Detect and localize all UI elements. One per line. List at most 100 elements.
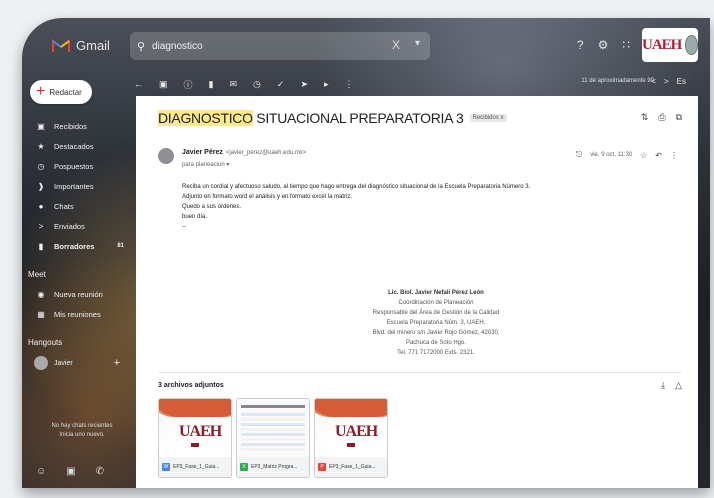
hangouts-bottom-icons: ☺ ▣ ✆ <box>36 466 104 477</box>
message-toolbar: ← ▣ ⓘ ▮ ✉ ◷ ✓ ➤ ▸ ⋮ 11 de aproximadament… <box>134 72 694 96</box>
sender-line: Javier Pérez <javier_perez@uaeh.edu.mx> <box>182 149 306 156</box>
search-bar[interactable]: ⚲ diagnostico X ▾ <box>130 32 430 60</box>
more-vert-icon[interactable]: ⋮ <box>670 151 678 160</box>
search-options-icon[interactable]: ▾ <box>415 38 420 49</box>
hangouts-user[interactable]: Javier + <box>22 352 130 374</box>
apps-grid-icon[interactable]: ∷ <box>622 38 630 52</box>
video-icon: ◉ <box>37 289 45 299</box>
help-icon[interactable]: ? <box>577 38 584 52</box>
sidebar-item-enviados[interactable]: > Enviados <box>22 216 130 236</box>
recipient-line[interactable]: para planeacion ▾ <box>182 161 229 168</box>
sidebar-item-importantes[interactable]: ❱ Importantes <box>22 176 130 196</box>
sidebar-item-label: Pospuestos <box>54 161 94 171</box>
signature-line: Coordinación de Planeación <box>398 300 474 306</box>
gmail-logo-text: Gmail <box>76 38 110 53</box>
input-tools-icon[interactable]: Es <box>677 77 686 86</box>
chat-icon: ● <box>38 201 44 211</box>
reply-icon[interactable]: ↶ <box>655 151 662 160</box>
subject-rest: SITUACIONAL PREPARATORIA 3 <box>252 110 464 126</box>
account-area[interactable]: UAEH <box>642 28 698 62</box>
account-avatar[interactable] <box>685 35 698 55</box>
inbox-label-chip[interactable]: Recibidos x <box>469 114 507 122</box>
attachment-filename: EP3_Matriz Progra... <box>251 464 298 470</box>
attachment-filename: EP3_Fase_1_Guia... <box>329 464 376 470</box>
body-line: Reciba un cordial y afectuoso saludo, al… <box>182 184 531 190</box>
label-important-icon: ❱ <box>37 181 45 191</box>
sender-email: <javier_perez@uaeh.edu.mx> <box>225 150 307 156</box>
clear-search-icon[interactable]: X <box>392 38 400 52</box>
move-to-icon[interactable]: ➤ <box>300 79 308 90</box>
sender-avatar[interactable] <box>158 148 174 164</box>
body-line: Adjunto en formato word el análisis y en… <box>182 194 353 200</box>
mark-unread-icon[interactable]: ✉ <box>229 79 237 90</box>
label-icon[interactable]: ▸ <box>324 79 329 90</box>
attachment-card[interactable]: UAEH W EP3_Fase_1_Guia... <box>158 398 232 478</box>
draft-icon: ▮ <box>38 241 44 251</box>
compose-button[interactable]: + Redactar <box>30 80 92 104</box>
sidebar-item-destacados[interactable]: ★ Destacados <box>22 136 130 156</box>
attachment-card[interactable]: UAEH P EP3_Fase_1_Guia... <box>314 398 388 478</box>
sidebar-item-pospuestos[interactable]: ◷ Pospuestos <box>22 156 130 176</box>
no-chats-message: No hay chats recientes Inicia uno nuevo. <box>42 422 122 440</box>
delete-icon[interactable]: ▮ <box>209 79 214 90</box>
search-input[interactable]: diagnostico <box>152 41 203 52</box>
message-date: vie, 9 oct. 11:30 <box>590 152 633 158</box>
star-outline-icon[interactable]: ☆ <box>640 151 647 160</box>
sidebar-item-nueva-reunion[interactable]: ◉ Nueva reunión <box>22 284 130 304</box>
sidebar-item-label: Enviados <box>54 221 85 231</box>
settings-icon[interactable]: ⚙ <box>598 38 609 52</box>
compose-label: Redactar <box>49 87 82 97</box>
snooze-icon[interactable]: ◷ <box>253 79 261 90</box>
back-arrow-icon[interactable]: ← <box>134 79 143 89</box>
subject-actions: ⇅ ⎙ ⧉ <box>641 112 682 123</box>
attachments-actions: ⤓ △ <box>661 380 682 391</box>
prev-icon[interactable]: < <box>651 77 656 86</box>
sidebar-item-label: Mis reuniones <box>54 309 101 319</box>
subject-text: DIAGNOSTICO SITUACIONAL PREPARATORIA 3 <box>158 110 464 126</box>
no-chats-line-2[interactable]: Inicia uno nuevo. <box>42 431 122 440</box>
sidebar: ▣ Recibidos ★ Destacados ◷ Pospuestos ❱ … <box>22 116 130 374</box>
attachment-thumbnail: UAEH <box>315 399 387 457</box>
next-icon[interactable]: > <box>664 77 669 86</box>
expand-all-icon[interactable]: ⇅ <box>641 112 649 123</box>
signature-name: Lic. Biol. Javier Nefalí Pérez León <box>388 290 484 296</box>
signature-line: Pachuca de Soto Hgo. <box>405 340 467 346</box>
person-icon[interactable]: ☺ <box>36 466 46 477</box>
print-icon[interactable]: ⎙ <box>658 112 665 123</box>
hangouts-user-name: Javier <box>54 359 73 367</box>
add-task-icon[interactable]: ✓ <box>277 79 285 90</box>
attachment-filename: EP3_Fase_1_Guia... <box>173 464 220 470</box>
search-icon[interactable]: ⚲ <box>130 40 152 53</box>
sidebar-item-mis-reuniones[interactable]: ▦ Mis reuniones <box>22 304 130 324</box>
add-to-drive-icon[interactable]: △ <box>675 380 682 391</box>
reading-pane: DIAGNOSTICO SITUACIONAL PREPARATORIA 3 R… <box>136 96 698 488</box>
word-file-icon: W <box>162 463 170 471</box>
download-all-icon[interactable]: ⤓ <box>661 380 665 391</box>
subject-highlight: DIAGNOSTICO <box>158 110 253 126</box>
signature-line: Tel. 771 7172000 Exts. 2321. <box>397 350 475 356</box>
attachment-card[interactable]: X EP3_Matriz Progra... <box>236 398 310 478</box>
email-signature: Lic. Biol. Javier Nefalí Pérez León Coor… <box>326 288 546 358</box>
hangouts-avatar <box>34 356 48 370</box>
sender-name[interactable]: Javier Pérez <box>182 149 223 156</box>
sidebar-item-chats[interactable]: ● Chats <box>22 196 130 216</box>
report-spam-icon[interactable]: ⓘ <box>184 78 193 91</box>
more-options-icon[interactable]: ⋮ <box>345 79 354 90</box>
phone-icon[interactable]: ✆ <box>96 466 104 477</box>
sidebar-item-borradores[interactable]: ▮ Borradores 81 <box>22 236 130 256</box>
add-chat-icon[interactable]: + <box>114 357 120 369</box>
chat-bubble-icon[interactable]: ▣ <box>66 466 75 477</box>
message-body: Reciba un cordial y afectuoso saludo, al… <box>182 182 530 232</box>
top-bar: Gmail ⚲ diagnostico X ▾ ? ⚙ ∷ UAEH <box>22 18 710 70</box>
sidebar-item-recibidos[interactable]: ▣ Recibidos <box>22 116 130 136</box>
body-line: buen día. <box>182 214 208 220</box>
signature-line: Escuela Preparatoria Núm. 3, UAEH, <box>386 320 486 326</box>
attachments-divider <box>158 372 682 373</box>
open-new-window-icon[interactable]: ⧉ <box>676 112 682 123</box>
sidebar-item-label: Borradores <box>54 241 95 251</box>
uaeh-logo: UAEH <box>642 36 682 53</box>
archive-icon[interactable]: ▣ <box>159 79 168 90</box>
gmail-logo[interactable]: Gmail <box>52 38 110 53</box>
signature-separator: -- <box>182 224 186 230</box>
attachment-footer: P EP3_Fase_1_Guia... <box>315 457 387 477</box>
